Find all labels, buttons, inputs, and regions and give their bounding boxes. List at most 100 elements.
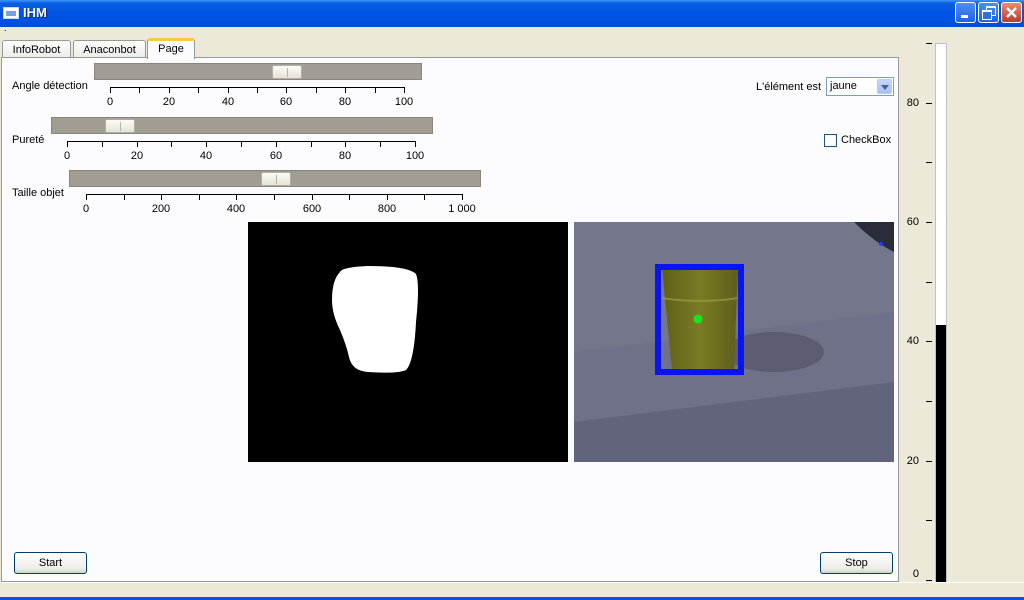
- slider-tick: [375, 87, 376, 93]
- tab-anaconbot[interactable]: Anaconbot: [73, 40, 146, 58]
- slider-tick: [316, 87, 317, 93]
- gauge-tick-label: 60: [906, 216, 919, 228]
- slider-scale-purete: 0 20 40 60 80 100: [64, 141, 424, 162]
- slider-tick: [345, 141, 346, 147]
- level-gauge-panel: 80 60 40 20 0: [899, 36, 1024, 583]
- slider-tick-label: 60: [279, 96, 293, 108]
- slider-tick: [199, 194, 200, 200]
- slider-tick: [257, 87, 258, 93]
- slider-tick: [380, 141, 381, 147]
- title-bar[interactable]: IHM: [0, 0, 1024, 27]
- slider-label-purete: Pureté: [12, 134, 45, 146]
- gauge-tick: [926, 341, 932, 342]
- stop-button[interactable]: Stop: [820, 552, 893, 574]
- restore-button[interactable]: [978, 2, 999, 23]
- slider-tick-label: 80: [338, 150, 352, 162]
- slider-label-taille: Taille objet: [12, 187, 64, 199]
- start-button[interactable]: Start: [14, 552, 87, 574]
- purete-slider[interactable]: [51, 117, 433, 134]
- slider-tick-label: 1 000: [448, 203, 476, 215]
- level-gauge-fill: [936, 325, 946, 582]
- element-label: L'élément est: [756, 81, 822, 93]
- slider-handle[interactable]: [105, 119, 135, 133]
- slider-tick: [387, 194, 388, 200]
- gauge-tick: [926, 162, 932, 163]
- window: IHM . InfoRobot Anaconbot Page Angle dét…: [0, 0, 1024, 600]
- gauge-tick: [926, 282, 932, 283]
- gauge-tick-label: 40: [906, 335, 919, 347]
- slider-tick: [415, 141, 416, 147]
- slider-tick-label: 40: [221, 96, 235, 108]
- slider-tick: [462, 194, 463, 200]
- slider-tick: [404, 87, 405, 93]
- slider-tick-label: 20: [162, 96, 176, 108]
- slider-tick: [345, 87, 346, 93]
- tab-page-content: Angle détection 0 20 40 60 80 100 Pureté 0 20 4…: [1, 57, 899, 582]
- camera-image-view: [574, 222, 894, 462]
- detected-object-mask: [332, 266, 418, 373]
- slider-tick-label: 600: [302, 203, 322, 215]
- slider-tick: [241, 141, 242, 147]
- slider-handle[interactable]: [272, 65, 302, 79]
- gauge-tick-label: 20: [906, 455, 919, 467]
- slider-tick: [228, 87, 229, 93]
- slider-tick: [312, 194, 313, 200]
- gauge-tick: [926, 461, 932, 462]
- close-button[interactable]: [1001, 2, 1022, 23]
- slider-tick-label: 100: [405, 150, 425, 162]
- window-title: IHM: [23, 5, 47, 20]
- minimize-button[interactable]: [955, 2, 976, 23]
- taille-objet-slider[interactable]: [69, 170, 481, 187]
- angle-detection-slider[interactable]: [94, 63, 422, 80]
- slider-tick: [206, 141, 207, 147]
- mask-image-view: [248, 222, 568, 462]
- slider-tick-label: 80: [338, 96, 352, 108]
- detection-center-dot: [693, 314, 703, 324]
- gauge-tick: [926, 401, 932, 402]
- slider-tick: [137, 141, 138, 147]
- slider-label-angle: Angle détection: [12, 80, 88, 92]
- checkbox[interactable]: [824, 134, 837, 147]
- slider-tick: [276, 141, 277, 147]
- slider-tick-label: 0: [82, 203, 90, 215]
- app-window-icon: [3, 7, 19, 19]
- chevron-down-icon[interactable]: [877, 79, 892, 94]
- slider-tick: [139, 87, 140, 93]
- slider-tick-label: 0: [106, 96, 114, 108]
- slider-tick: [424, 194, 425, 200]
- slider-tick-label: 100: [394, 96, 414, 108]
- tab-inforobot[interactable]: InfoRobot: [2, 40, 71, 58]
- gauge-tick: [926, 520, 932, 521]
- slider-tick-label: 400: [226, 203, 246, 215]
- gauge-tick: [926, 222, 932, 223]
- slider-tick: [274, 194, 275, 200]
- slider-tick: [124, 194, 125, 200]
- slider-tick: [311, 141, 312, 147]
- menu-bar: .: [0, 23, 1024, 36]
- slider-handle[interactable]: [261, 172, 291, 186]
- slider-scale-taille: 0 200 400 600 800 1 000: [83, 194, 476, 215]
- close-icon: [1006, 7, 1017, 18]
- slider-tick: [169, 87, 170, 93]
- slider-tick-label: 60: [269, 150, 283, 162]
- slider-tick: [86, 194, 87, 200]
- camera-frame: [574, 222, 894, 462]
- menu-dot: .: [4, 23, 7, 33]
- gauge-tick-label: 80: [906, 97, 919, 109]
- gauge-tick: [926, 103, 932, 104]
- slider-scale-angle: 0 20 40 60 80 100: [107, 87, 413, 108]
- slider-tick: [198, 87, 199, 93]
- slider-tick: [67, 141, 68, 147]
- slider-tick-label: 0: [63, 150, 71, 162]
- level-gauge: [935, 43, 947, 583]
- slider-tick: [161, 194, 162, 200]
- tab-page[interactable]: Page: [147, 38, 195, 59]
- element-select-value: jaune: [830, 80, 857, 92]
- slider-tick: [286, 87, 287, 93]
- checkbox-label: CheckBox: [841, 134, 892, 146]
- gauge-tick: [926, 43, 932, 44]
- element-select[interactable]: jaune: [826, 77, 894, 96]
- gauge-tick-label: 0: [912, 568, 919, 580]
- slider-tick-label: 20: [130, 150, 144, 162]
- gauge-tick: [926, 580, 932, 581]
